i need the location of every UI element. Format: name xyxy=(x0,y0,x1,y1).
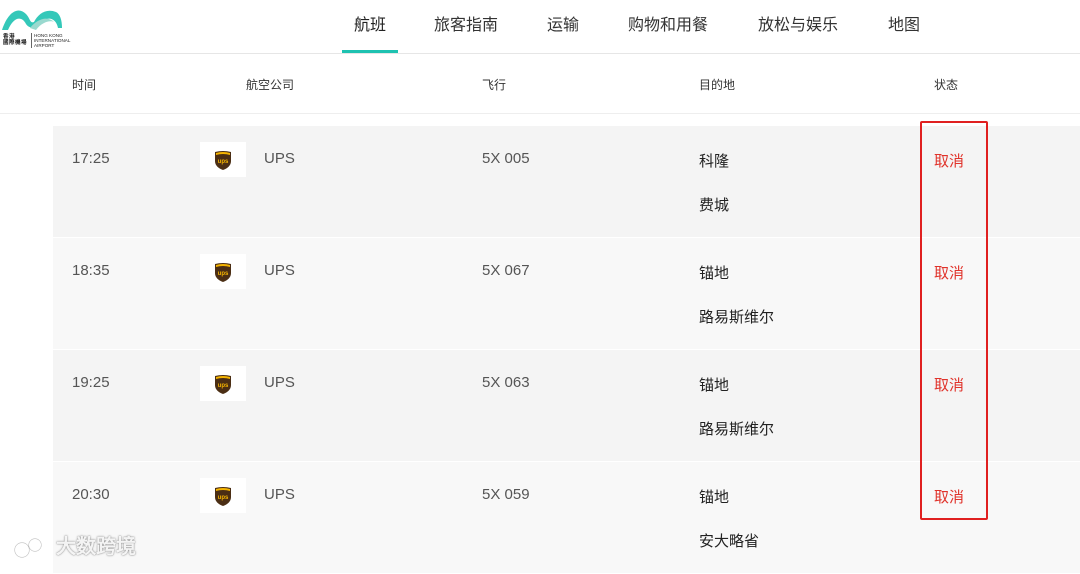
tab-flights[interactable]: 航班 xyxy=(341,0,399,53)
destination-secondary: 路易斯维尔 xyxy=(699,308,775,326)
destination-secondary: 安大略省 xyxy=(699,532,760,550)
flight-time: 20:30 xyxy=(72,486,110,503)
airline-name: UPS xyxy=(264,374,295,391)
flight-number[interactable]: 5X 063 xyxy=(482,374,530,391)
ups-logo-icon: ups xyxy=(200,478,246,513)
main-nav: 航班 旅客指南 运输 购物和用餐 放松与娱乐 地图 xyxy=(0,0,1080,53)
destination-secondary: 路易斯维尔 xyxy=(699,420,775,438)
airline-name: UPS xyxy=(264,486,295,503)
column-header-status: 状态 xyxy=(934,78,959,92)
destination-secondary: 费城 xyxy=(699,196,730,214)
airline-name: UPS xyxy=(264,262,295,279)
svg-text:ups: ups xyxy=(218,159,229,165)
flight-number[interactable]: 5X 005 xyxy=(482,150,530,167)
watermark-logo-icon xyxy=(9,537,52,559)
destination-primary: 科隆 xyxy=(699,152,730,170)
table-header: 时间 航空公司 飞行 目的地 状态 xyxy=(0,54,1080,114)
destination-primary: 锚地 xyxy=(699,488,730,506)
ups-logo-icon: ups xyxy=(200,142,246,177)
svg-text:ups: ups xyxy=(218,271,229,277)
tab-map[interactable]: 地图 xyxy=(888,0,920,53)
watermark: 大数跨境 xyxy=(8,530,136,560)
flight-number[interactable]: 5X 059 xyxy=(482,486,530,503)
flight-time: 17:25 xyxy=(72,150,110,167)
tab-passenger-guide[interactable]: 旅客指南 xyxy=(434,0,498,53)
flight-time: 18:35 xyxy=(72,262,110,279)
tab-transport[interactable]: 运输 xyxy=(547,0,579,53)
site-header: 香港 國際機場 HONG KONG INTERNATIONAL AIRPORT … xyxy=(0,0,1080,54)
status-highlight-box xyxy=(920,121,988,520)
column-header-destination: 目的地 xyxy=(699,78,736,92)
tab-shopping-dining[interactable]: 购物和用餐 xyxy=(628,0,708,53)
flight-time: 19:25 xyxy=(72,374,110,391)
column-header-time: 时间 xyxy=(72,78,97,92)
tab-relax-entertainment[interactable]: 放松与娱乐 xyxy=(758,0,838,53)
ups-logo-icon: ups xyxy=(200,254,246,289)
column-header-airline: 航空公司 xyxy=(246,78,295,92)
column-header-flight: 飞行 xyxy=(482,78,507,92)
ups-logo-icon: ups xyxy=(200,366,246,401)
flight-number[interactable]: 5X 067 xyxy=(482,262,530,279)
svg-text:ups: ups xyxy=(218,495,229,501)
svg-text:ups: ups xyxy=(218,383,229,389)
airline-name: UPS xyxy=(264,150,295,167)
destination-primary: 锚地 xyxy=(699,264,730,282)
destination-primary: 锚地 xyxy=(699,376,730,394)
watermark-text: 大数跨境 xyxy=(56,534,136,558)
